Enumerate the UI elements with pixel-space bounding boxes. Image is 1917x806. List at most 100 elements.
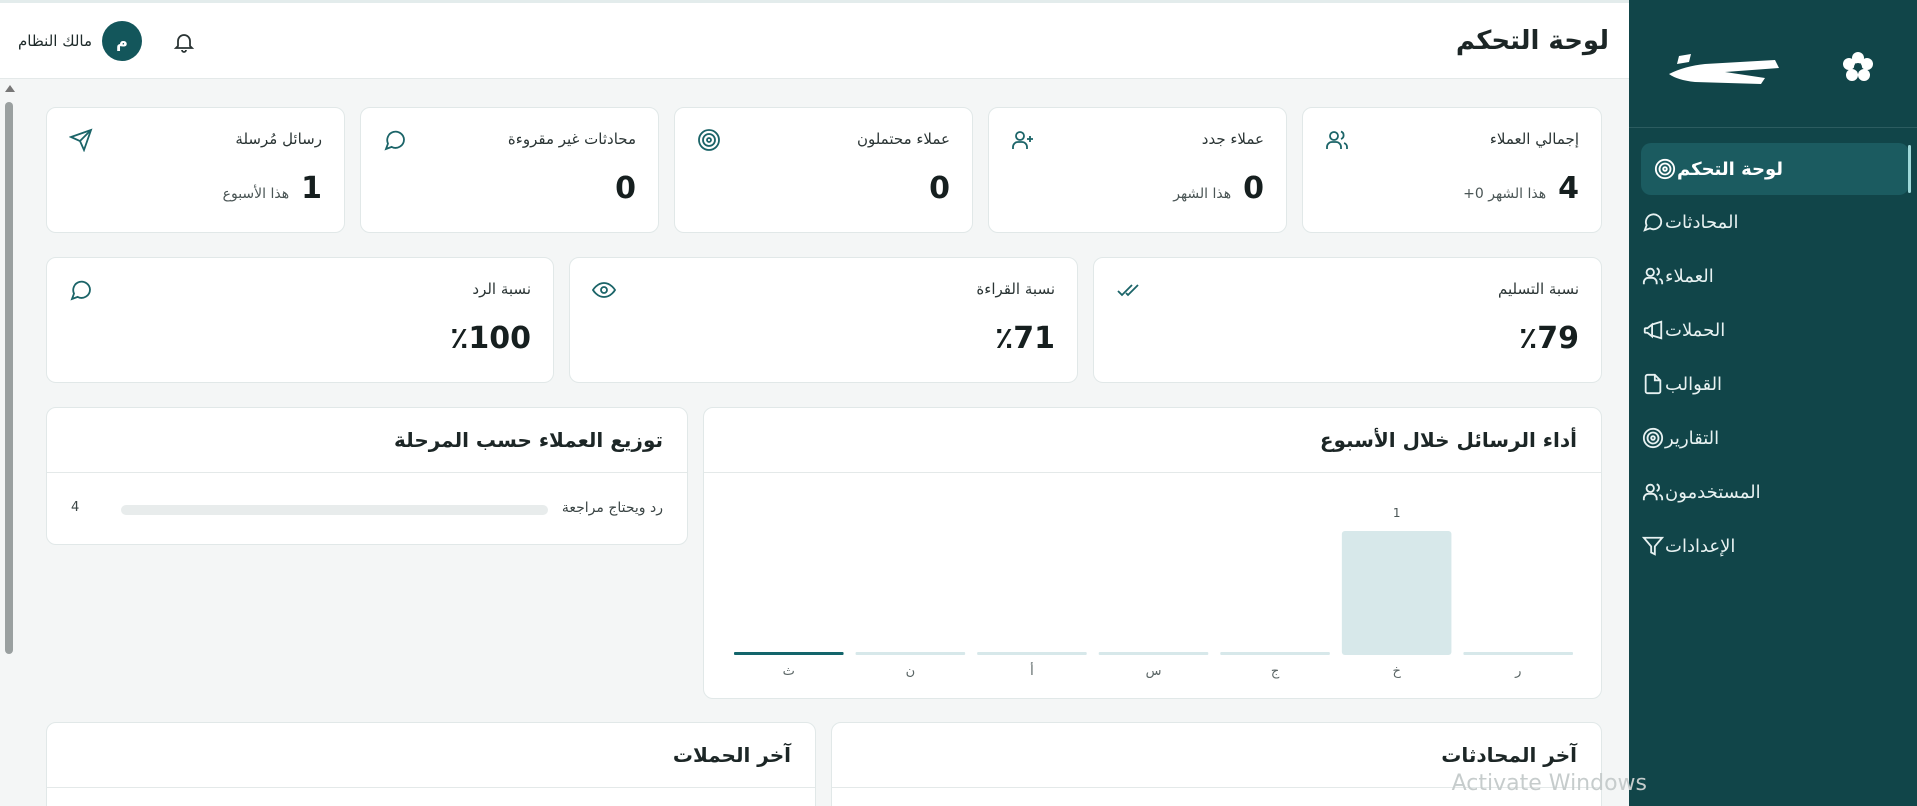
stat-value: 100: [468, 321, 531, 356]
stat-label: نسبة الرد: [472, 280, 531, 298]
file-icon: [1641, 372, 1665, 396]
brand-wordmark-icon: [1669, 54, 1779, 84]
weekly-performance-panel: أداء الرسائل خلال الأسبوع ر خ 1 ج س أ ن ث: [703, 407, 1602, 699]
sidebar-item-label: العملاء: [1665, 265, 1714, 287]
users-icon: [1641, 480, 1665, 504]
x-tick-label: ر: [1514, 664, 1521, 679]
stat-label: رسائل مُرسلة: [235, 130, 322, 148]
bar-2: [1220, 652, 1330, 655]
users-icon: [1326, 130, 1348, 149]
sidebar-nav: لوحة التحكم المحادثات العملاء الحملات ال…: [1629, 128, 1917, 573]
target-icon: [1641, 426, 1665, 450]
stat-card-reply-rate: نسبة الرد 100 ٪: [46, 257, 554, 383]
double-check-icon: [1117, 284, 1139, 297]
chat-bubble-icon: [1641, 210, 1665, 234]
stat-card-delivery-rate: نسبة التسليم 79 ٪: [1093, 257, 1602, 383]
x-tick-label: أ: [1030, 662, 1034, 679]
sidebar-item-customers[interactable]: العملاء: [1629, 249, 1917, 303]
percent-sign: ٪: [1518, 321, 1538, 356]
x-tick-label: ن: [906, 664, 916, 679]
weekly-bar-chart: ر خ 1 ج س أ ن ث: [734, 506, 1573, 679]
activate-windows-watermark: Activate Windows: [1451, 771, 1647, 796]
sidebar-item-templates[interactable]: القوالب: [1629, 357, 1917, 411]
sidebar-item-campaigns[interactable]: الحملات: [1629, 303, 1917, 357]
stat-value-group: 0: [929, 171, 950, 206]
stat-value-group: 4 +0 هذا الشهر: [1463, 171, 1579, 206]
x-tick-label: س: [1146, 664, 1162, 679]
bar-1: [1341, 531, 1452, 655]
sidebar-item-label: المحادثات: [1665, 211, 1739, 233]
user-name: مالك النظام: [18, 32, 93, 50]
recent-campaigns-panel: آخر الحملات: [46, 722, 816, 806]
stat-label: نسبة القراءة: [976, 280, 1055, 298]
sidebar-item-reports[interactable]: التقارير: [1629, 411, 1917, 465]
stat-value: 71: [1013, 321, 1055, 356]
stat-label: محادثات غير مقروءة: [507, 130, 636, 148]
distribution-stage-label: رد ويحتاج مراجعة: [561, 500, 663, 516]
stat-value-group: 1 هذا الأسبوع: [223, 171, 322, 206]
distribution-row: رد ويحتاج مراجعة 4: [71, 500, 663, 520]
stat-value-group: 100 ٪: [450, 321, 531, 356]
panel-divider: [47, 472, 687, 473]
stat-label: نسبة التسليم: [1497, 280, 1579, 298]
sidebar: لوحة التحكم المحادثات العملاء الحملات ال…: [1629, 0, 1917, 806]
stat-card-total-customers: إجمالي العملاء 4 +0 هذا الشهر: [1302, 107, 1602, 233]
sidebar-item-label: المستخدمون: [1665, 481, 1761, 503]
top-header: لوحة التحكم مالك النظام م: [0, 3, 1629, 79]
target-icon: [1653, 157, 1677, 181]
customer-distribution-panel: توزيع العملاء حسب المرحلة رد ويحتاج مراج…: [46, 407, 688, 545]
filter-icon: [1641, 534, 1665, 558]
eye-icon: [592, 282, 616, 298]
stat-value: 0: [1243, 171, 1264, 206]
brand-area[interactable]: [1629, 0, 1917, 128]
stat-value-group: 79 ٪: [1519, 321, 1579, 356]
user-menu[interactable]: مالك النظام م: [18, 21, 143, 61]
bar-3: [1098, 652, 1209, 655]
distribution-progress-bar: [121, 505, 548, 515]
flower-logo-icon: [1843, 52, 1873, 81]
target-icon: [698, 129, 720, 151]
scrollbar[interactable]: [2, 82, 16, 806]
stat-value-group: 0 هذا الشهر: [1173, 171, 1264, 206]
scroll-thumb[interactable]: [5, 102, 13, 654]
stat-label: إجمالي العملاء: [1489, 130, 1579, 148]
sidebar-item-label: الإعدادات: [1665, 535, 1736, 557]
stat-label: عملاء محتملون: [856, 130, 950, 148]
stat-subtext: هذا الأسبوع: [222, 186, 290, 202]
sidebar-item-settings[interactable]: الإعدادات: [1629, 519, 1917, 573]
bar-4: [977, 652, 1087, 655]
stat-value: 4: [1558, 171, 1579, 206]
chat-bubble-icon: [70, 280, 91, 301]
sidebar-item-label: الحملات: [1665, 319, 1726, 341]
stat-subtext: هذا الشهر: [1173, 186, 1232, 202]
bell-icon[interactable]: [172, 29, 196, 55]
percent-sign: ٪: [994, 321, 1014, 356]
distribution-count: 4: [71, 500, 80, 515]
x-tick-label: خ: [1392, 664, 1401, 679]
panel-title: توزيع العملاء حسب المرحلة: [394, 428, 663, 452]
stat-card-sent-messages: رسائل مُرسلة 1 هذا الأسبوع: [46, 107, 345, 233]
sidebar-item-conversations[interactable]: المحادثات: [1629, 195, 1917, 249]
page-title: لوحة التحكم: [1455, 26, 1609, 56]
sidebar-item-label: القوالب: [1665, 373, 1723, 395]
user-plus-icon: [1012, 131, 1033, 149]
stat-value-group: 71 ٪: [995, 321, 1055, 356]
stat-label: عملاء جدد: [1201, 130, 1264, 148]
x-tick-label: ج: [1271, 664, 1280, 679]
stat-card-read-rate: نسبة القراءة 71 ٪: [569, 257, 1078, 383]
send-icon: [69, 128, 93, 152]
stat-value: 0: [929, 171, 950, 206]
x-tick-label: ث: [783, 664, 795, 679]
scroll-up-arrow-icon[interactable]: [5, 85, 15, 92]
sidebar-item-users[interactable]: المستخدمون: [1629, 465, 1917, 519]
bar-6: [734, 652, 844, 655]
sidebar-item-dashboard[interactable]: لوحة التحكم: [1641, 143, 1911, 195]
avatar[interactable]: م: [102, 21, 143, 61]
chat-bubble-icon: [384, 130, 405, 151]
data-label: 1: [1393, 506, 1401, 520]
stat-value: 0: [615, 171, 636, 206]
stat-subtext: +0 هذا الشهر: [1463, 186, 1547, 202]
stat-value-group: 0: [615, 171, 636, 206]
panel-title: آخر المحادثات: [1441, 743, 1577, 767]
users-icon: [1641, 264, 1665, 288]
